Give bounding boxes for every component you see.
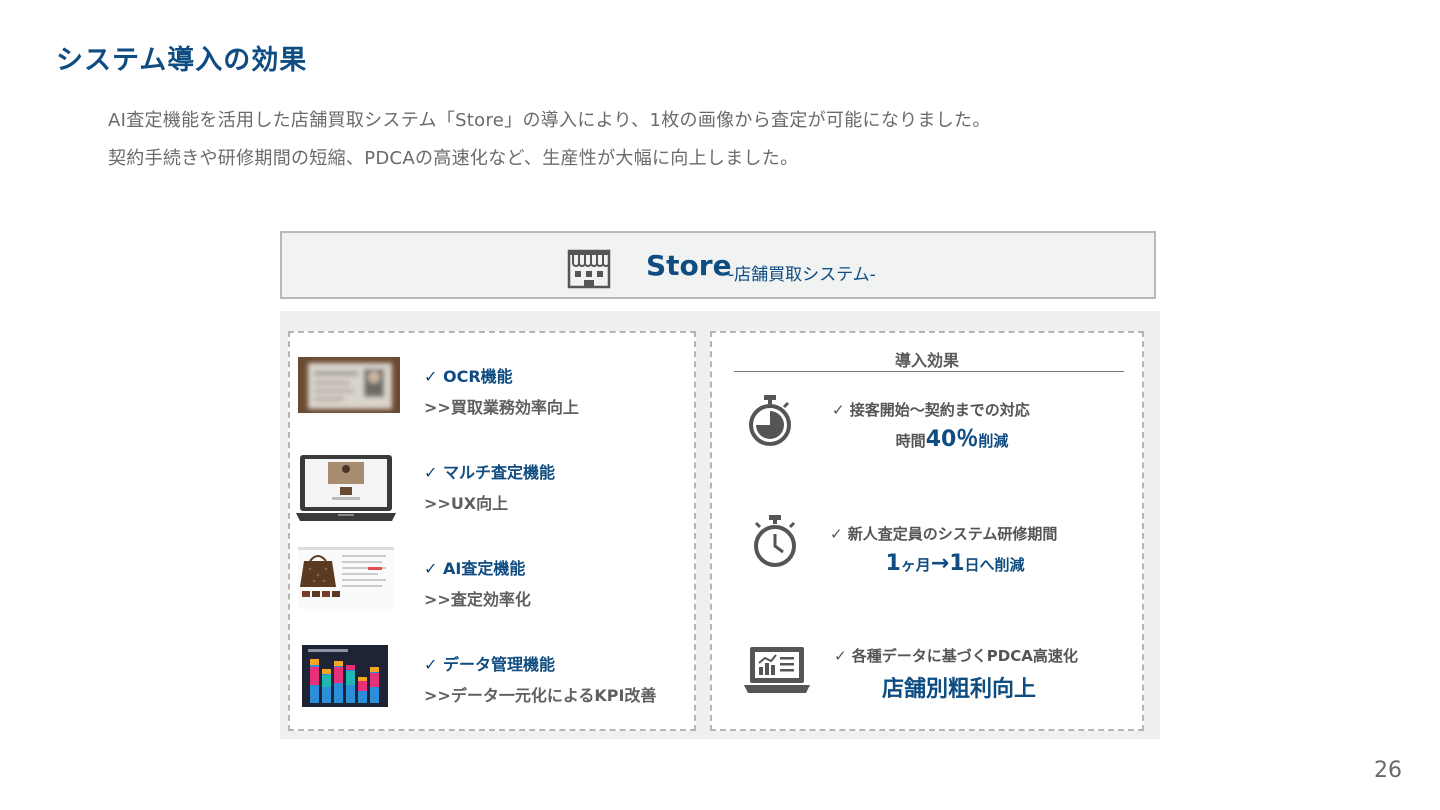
id-card-image [298,357,400,413]
feature-label: ✓ OCR機能 [424,367,513,386]
feature-data: ✓ データ管理機能 >>データ一元化によるKPI改善 [290,635,694,725]
effect-2-from-unit: ヶ月 [900,556,931,574]
effect-3-line2: 店舗別粗利向上 [881,677,1036,702]
feature-desc: >>査定効率化 [424,590,531,609]
dashboard-chart-image [302,645,388,707]
store-subtitle: -店舗買取システム- [728,265,876,285]
feature-label: ✓ データ管理機能 [424,655,555,674]
effect-1-value: 40％ [925,427,979,452]
feature-label: ✓ AI査定機能 [424,559,526,578]
feature-desc: >>データ一元化によるKPI改善 [424,686,657,705]
feature-desc: >>UX向上 [424,494,509,513]
timer-icon [749,395,791,446]
feature-multi: ✓ マルチ査定機能 >>UX向上 [290,443,694,533]
effect-1-pre: 時間 [895,432,926,450]
page-title: システム導入の効果 [56,45,308,76]
effect-1-line1: ✓ 接客開始～契約までの対応 [832,401,1030,419]
system-panel: ✓ OCR機能 >>買取業務効率向上 ✓ マルチ査定機能 >>UX向上 ✓ AI… [280,311,1160,739]
effect-2-to-unit: 日へ削減 [964,556,1025,574]
laptop-analytics-icon [744,647,810,693]
effect-2-to: →1 [930,551,965,576]
effects-title: 導入効果 [894,351,959,370]
effect-1-line2: 時間40％削減 [832,421,1072,453]
effect-1-post: 削減 [978,432,1009,450]
intro-line-1: AI査定機能を活用した店舗買取システム「Store」の導入により、1枚の画像から… [108,110,991,131]
store-header: Store -店舗買取システム- [280,231,1156,299]
feature-desc: >>買取業務効率向上 [424,398,579,417]
store-name: Store [646,249,732,282]
laptop-image [296,455,396,521]
feature-ai: ✓ AI査定機能 >>査定効率化 [290,539,694,629]
feature-ocr: ✓ OCR機能 >>買取業務効率向上 [290,347,694,437]
page-number: 26 [1374,758,1402,783]
effects-box: 導入効果 ✓ 接客開始～契約までの対応 時間40％削減 ✓ 新人査定員のシステム… [710,331,1144,731]
intro-line-2: 契約手続きや研修期間の短縮、PDCAの高速化など、生産性が大幅に向上しました。 [108,148,799,169]
effects-divider [734,371,1124,372]
effect-2-line1: ✓ 新人査定員のシステム研修期間 [830,525,1058,543]
feature-label: ✓ マルチ査定機能 [424,463,555,482]
effect-2-from: 1 [885,551,901,576]
effect-3-line1: ✓ 各種データに基づくPDCA高速化 [834,647,1078,665]
stopwatch-icon [754,515,796,567]
features-box: ✓ OCR機能 >>買取業務効率向上 ✓ マルチ査定機能 >>UX向上 ✓ AI… [288,331,696,731]
storefront-icon [567,249,611,289]
bag-assessment-image [298,547,394,609]
effect-2-line2: 1ヶ月→1日へ削減 [830,551,1080,576]
